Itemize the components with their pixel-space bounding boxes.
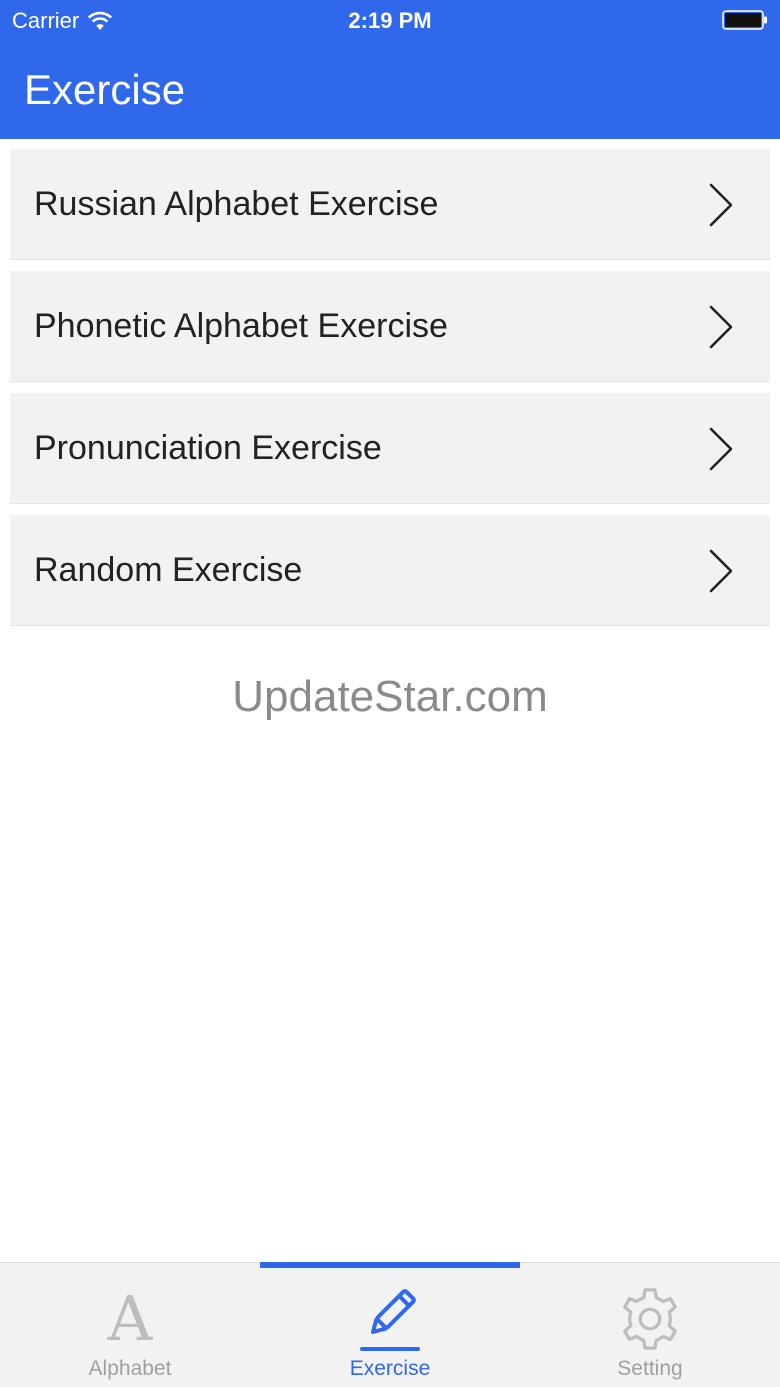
tab-setting[interactable]: Setting [520, 1263, 780, 1387]
list-item-label: Russian Alphabet Exercise [34, 184, 439, 223]
list-item-label: Random Exercise [34, 550, 303, 589]
tab-label: Alphabet [88, 1357, 172, 1380]
chevron-right-icon [709, 549, 733, 593]
letter-a-glyph: A [107, 1282, 153, 1355]
list-item-random-exercise[interactable]: Random Exercise [10, 515, 770, 626]
list-item-label: Phonetic Alphabet Exercise [34, 306, 448, 345]
page-title: Exercise [24, 66, 186, 113]
list-item-russian-alphabet-exercise[interactable]: Russian Alphabet Exercise [10, 149, 770, 260]
letter-a-icon: A [96, 1285, 164, 1353]
exercise-list: Russian Alphabet Exercise Phonetic Alpha… [10, 149, 770, 637]
tab-exercise[interactable]: Exercise [260, 1262, 520, 1387]
chevron-right-icon [709, 183, 733, 227]
list-item-phonetic-alphabet-exercise[interactable]: Phonetic Alphabet Exercise [10, 271, 770, 382]
chevron-right-icon [709, 305, 733, 349]
pencil-icon [356, 1285, 424, 1353]
list-item-label: Pronunciation Exercise [34, 428, 382, 467]
status-time: 2:19 PM [348, 8, 432, 33]
navigation-header: Carrier 2:19 PM Exercise [0, 0, 780, 139]
chevron-right-icon [709, 427, 733, 471]
watermark-text: UpdateStar.com [232, 672, 548, 721]
app-screen: Carrier 2:19 PM Exercise Russian Alphabe… [0, 0, 780, 1387]
list-item-pronunciation-exercise[interactable]: Pronunciation Exercise [10, 393, 770, 504]
tab-bar: A Alphabet Exercise Setting [0, 1262, 780, 1387]
battery-icon [722, 10, 767, 30]
tab-label: Setting [617, 1357, 683, 1380]
gear-icon [616, 1285, 684, 1353]
tab-alphabet[interactable]: A Alphabet [0, 1263, 260, 1387]
tab-label: Exercise [349, 1357, 431, 1380]
active-tab-indicator [260, 1262, 520, 1268]
